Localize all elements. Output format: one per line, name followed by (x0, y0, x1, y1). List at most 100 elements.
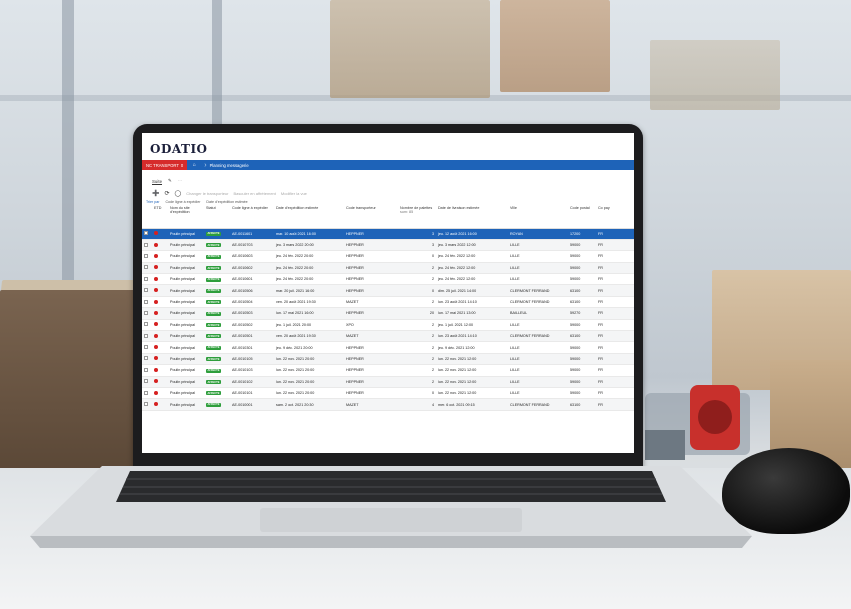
row-checkbox[interactable] (142, 398, 152, 411)
cell-delivery-date: lun. 22 nov. 2021 12:00 (436, 353, 508, 366)
cell-delivery-date: lun. 22 nov. 2021 12:00 (436, 364, 508, 377)
cell-city: LILLE (508, 239, 568, 252)
table-row[interactable]: Poulin principal AFFECTE AE-0010101 lun. 22… (142, 387, 634, 400)
cell-site: Poulin principal (168, 307, 204, 320)
col-header[interactable]: Statut (204, 205, 230, 229)
more-icon[interactable]: ⋯ (178, 178, 182, 184)
cell-ship-date: mar. 10 août 2021 16:00 (274, 228, 344, 240)
cell-delivery-date: lun. 17 mai 2021 13:00 (436, 307, 508, 320)
refresh-icon[interactable]: ⟳ (164, 190, 169, 197)
col-header[interactable]: Ville (508, 205, 568, 229)
row-checkbox[interactable] (142, 250, 152, 263)
cell-country: FR (596, 307, 634, 320)
status-badge: AFFECTE (206, 300, 221, 305)
table-row[interactable]: Poulin principal AFFECTE AE-0010501 ven. 20… (142, 330, 634, 343)
row-checkbox[interactable] (142, 228, 152, 240)
etd-status-dot (152, 330, 168, 343)
row-checkbox[interactable] (142, 262, 152, 275)
cell-site: Poulin principal (168, 319, 204, 332)
table-row[interactable]: Poulin principal AFFECTE AE-0010103 lun. 22… (142, 364, 634, 377)
cell-status: AFFECTE (204, 296, 230, 309)
col-header[interactable]: ETD (152, 205, 168, 229)
cell-status: AFFECTE (204, 284, 230, 297)
cell-ship-date: lun. 22 nov. 2021 20:00 (274, 353, 344, 366)
cell-ship-date: jeu. 24 fév. 2022 20:00 (274, 250, 344, 263)
table-row[interactable]: Poulin principal AFFECTE AE-0010703 jeu. 3 … (142, 239, 634, 252)
col-header[interactable]: Nom du site d'expédition (168, 205, 204, 229)
table-row[interactable]: Poulin principal AFFECTE AE-0010503 lun. 17… (142, 307, 634, 320)
table-row[interactable]: Poulin principal AFFECTE AE-0010502 jeu. 1 … (142, 319, 634, 332)
home-icon[interactable]: ⌂ (187, 162, 201, 168)
row-checkbox[interactable] (142, 387, 152, 400)
cell-ship-date: jeu. 24 fév. 2022 20:00 (274, 273, 344, 286)
status-badge: AFFECTE (206, 266, 221, 271)
table-row[interactable]: Poulin principal AFFECTE AE-0010105 lun. 22… (142, 353, 634, 366)
cell-status: AFFECTE (204, 307, 230, 320)
table-row[interactable]: Poulin principal AFFECTE AE-0010601 jeu. 24… (142, 273, 634, 286)
table-row[interactable]: Poulin principal AFFECTE AE-0010603 jeu. 24… (142, 250, 634, 263)
col-header-pallets[interactable]: Nombre de palettes sum: 85 (398, 205, 436, 229)
action-switch-charter[interactable]: Basculer en affrètement (233, 191, 275, 196)
table-row[interactable]: Poulin principal AFFECTE AE-0010504 ven. 20… (142, 296, 634, 309)
cell-pallets: 3 (398, 239, 436, 252)
cell-country: FR (596, 398, 634, 411)
table-row[interactable]: Poulin principal AFFECTE AE-0010301 jeu. 9 … (142, 341, 634, 354)
sort-chip[interactable]: Code ligne à expédier (165, 200, 200, 204)
col-header[interactable]: Date de livraison estimée (436, 205, 508, 229)
breadcrumb[interactable]: Planning messagerie (210, 163, 249, 168)
row-checkbox[interactable] (142, 273, 152, 286)
comment-icon[interactable]: ◯ (175, 190, 182, 197)
status-badge: AFFECTE (206, 288, 221, 293)
dark-box (0, 290, 135, 470)
cell-site: Poulin principal (168, 239, 204, 252)
table-row[interactable]: Poulin principal AFFECTE AE-0010102 lun. 22… (142, 376, 634, 388)
cell-zip: 63100 (568, 398, 596, 411)
row-checkbox[interactable] (142, 284, 152, 297)
col-header[interactable]: Code ligne à expédier (230, 205, 274, 229)
cell-city: LILLE (508, 262, 568, 275)
row-checkbox[interactable] (142, 353, 152, 366)
table-row[interactable]: Poulin principal AFFECTE AE-0010602 jeu. 24… (142, 262, 634, 275)
cell-zip: 63100 (568, 330, 596, 343)
cell-country: FR (596, 376, 634, 388)
row-checkbox[interactable] (142, 330, 152, 343)
row-checkbox[interactable] (142, 239, 152, 252)
cell-code: AE-0010101 (230, 387, 274, 400)
cell-city: ROYAN (508, 228, 568, 240)
row-checkbox[interactable] (142, 319, 152, 332)
col-header-select[interactable] (142, 205, 152, 229)
col-header[interactable]: Code postal (568, 205, 596, 229)
row-checkbox[interactable] (142, 296, 152, 309)
row-checkbox[interactable] (142, 307, 152, 320)
suite-menu[interactable]: Suite (152, 179, 162, 184)
cell-code: AE-0010601 (230, 273, 274, 286)
cell-city: CLERMONT FERRAND (508, 296, 568, 309)
cell-city: CLERMONT FERRAND (508, 398, 568, 411)
row-checkbox[interactable] (142, 364, 152, 377)
cell-zip: 59000 (568, 262, 596, 275)
col-header[interactable]: Code transporteur (344, 205, 398, 229)
row-checkbox[interactable] (142, 341, 152, 354)
cell-zip: 63100 (568, 296, 596, 309)
cell-delivery-date: jeu. 24 fév. 2022 12:00 (436, 273, 508, 286)
table-row[interactable]: Poulin principal AFFECTE AE-0010506 mar. 20… (142, 284, 634, 297)
pin-icon[interactable]: ✎ (168, 178, 172, 184)
action-change-carrier[interactable]: Changer le transporteur (186, 191, 228, 196)
cell-city: LILLE (508, 341, 568, 354)
col-header[interactable]: Co pay (596, 205, 634, 229)
add-icon[interactable]: ➕ (152, 190, 159, 197)
cell-site: Poulin principal (168, 353, 204, 366)
row-checkbox[interactable] (142, 376, 152, 388)
nav-tag[interactable]: NC TRANSPORT 0 (142, 160, 188, 170)
cell-city: LILLE (508, 273, 568, 286)
cardboard-box (330, 0, 490, 98)
action-edit-view[interactable]: Modifier la vue (281, 191, 307, 196)
table-row[interactable]: Poulin principal AFFECTE AE-0011601 mar. 10… (142, 228, 634, 240)
sort-chip[interactable]: Date d'expédition estimée (206, 200, 247, 204)
table-row[interactable]: Poulin principal AFFECTE AE-0010001 sam. 2 … (142, 398, 634, 411)
col-header[interactable]: Date d'expédition estimée (274, 205, 344, 229)
cell-zip: 59000 (568, 364, 596, 377)
cell-code: AE-0010602 (230, 262, 274, 275)
cell-status: AFFECTE (204, 341, 230, 354)
status-badge: AFFECTE (206, 254, 221, 259)
